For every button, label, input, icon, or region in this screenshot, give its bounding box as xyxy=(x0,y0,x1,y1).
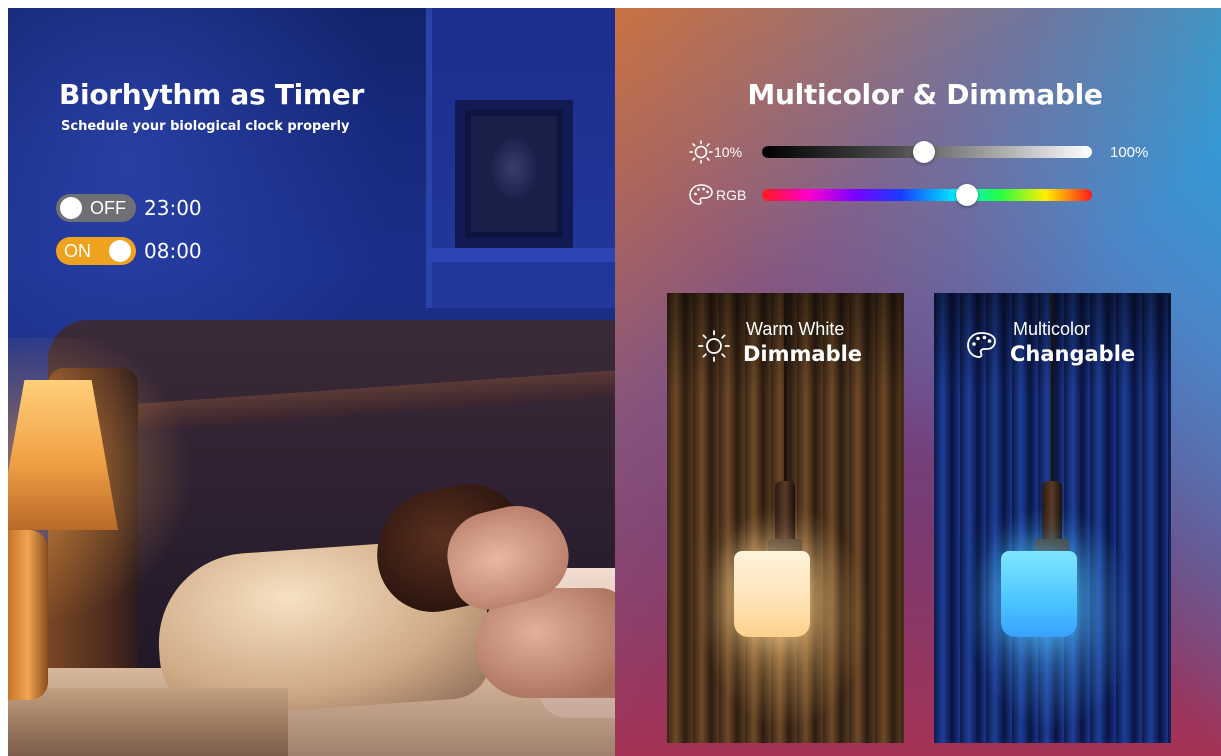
banner: Biorhythm as Timer Schedule your biologi… xyxy=(8,8,1221,756)
lamp-base xyxy=(8,530,48,700)
off-time: 23:00 xyxy=(144,196,202,220)
brightness-max-label: 100% xyxy=(1110,144,1149,161)
brightness-thumb[interactable] xyxy=(912,141,935,163)
toggle-state-label: OFF xyxy=(90,197,126,218)
palette-icon xyxy=(967,332,996,358)
multicolor-card-line1: Multicolor xyxy=(1013,319,1091,339)
brightness-track[interactable] xyxy=(762,141,1092,163)
timer-row-on: ON 08:00 xyxy=(56,236,202,266)
color-title: Multicolor & Dimmable xyxy=(747,78,1103,111)
palette-icon xyxy=(689,184,713,205)
color-control-panel: Multicolor & Dimmable 10% 100% RGB Warm … xyxy=(615,8,1221,756)
timer-title: Biorhythm as Timer xyxy=(59,78,364,111)
blue-bulb xyxy=(1001,551,1077,637)
off-toggle[interactable]: OFF xyxy=(56,194,136,222)
picture-frame-photo xyxy=(471,116,557,232)
sun-icon xyxy=(689,140,713,164)
toggle-knob xyxy=(109,240,131,262)
rgb-slider-row: RGB xyxy=(615,183,1221,207)
brightness-min-label: 10% xyxy=(714,144,743,160)
warm-card-line1: Warm White xyxy=(746,319,845,339)
brightness-slider-row: 10% 100% xyxy=(615,140,1221,164)
nightstand xyxy=(8,688,288,756)
multicolor-card-line2: Changable xyxy=(1010,342,1136,366)
warm-white-card: Warm White Dimmable xyxy=(667,293,904,743)
sun-icon xyxy=(698,330,730,362)
timer-subtitle: Schedule your biological clock properly xyxy=(61,119,350,134)
picture-frame xyxy=(455,100,573,248)
toggle-state-label: ON xyxy=(64,240,91,261)
rgb-label: RGB xyxy=(716,187,747,203)
multicolor-card: Multicolor Changable xyxy=(934,293,1171,743)
rgb-track[interactable] xyxy=(762,184,1092,206)
wall-shelf xyxy=(426,248,615,262)
bedroom-scene-panel: Biorhythm as Timer Schedule your biologi… xyxy=(8,8,615,756)
timer-row-off: OFF 23:00 xyxy=(56,193,202,223)
toggle-knob xyxy=(60,197,82,219)
pendant-socket xyxy=(1042,481,1062,541)
pendant-socket xyxy=(775,481,795,541)
rgb-thumb[interactable] xyxy=(955,184,978,206)
warm-bulb xyxy=(734,551,810,637)
warm-card-line2: Dimmable xyxy=(743,342,863,366)
on-toggle[interactable]: ON xyxy=(56,237,136,265)
on-time: 08:00 xyxy=(144,239,202,263)
